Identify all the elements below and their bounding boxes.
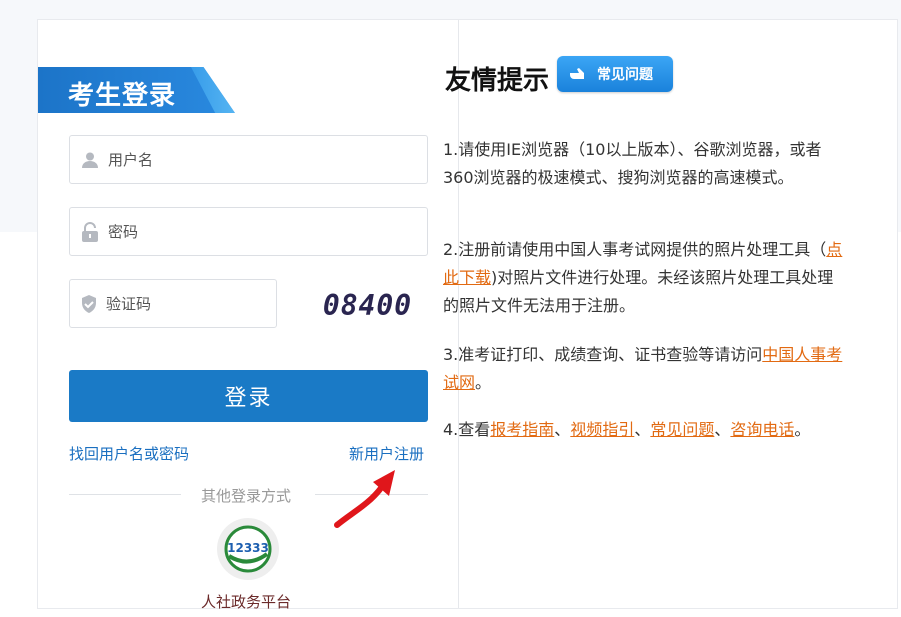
shield-check-icon	[80, 294, 98, 314]
tip-2: 2.注册前请使用中国人事考试网提供的照片处理工具（点此下载)对照片文件进行处理。…	[443, 236, 843, 320]
tip-4-text-before: 4.查看	[443, 420, 491, 439]
forgot-credentials-link[interactable]: 找回用户名或密码	[69, 443, 189, 464]
tip-4-sep-1: 、	[554, 420, 571, 439]
tip-4: 4.查看报考指南、视频指引、常见问题、咨询电话。	[443, 416, 843, 444]
captcha-code: 08400	[322, 288, 413, 322]
red-arrow-icon	[334, 470, 395, 528]
username-input[interactable]	[108, 150, 388, 169]
password-input[interactable]	[108, 222, 388, 241]
tip-2-text-after: )对照片文件进行处理。未经该照片处理工具处理的照片文件无法用于注册。	[443, 268, 834, 315]
faq-badge-label: 常见问题	[597, 67, 653, 83]
tips-title: 友情提示	[445, 66, 550, 96]
captcha-field[interactable]	[69, 279, 300, 328]
tip-1-text: 1.请使用IE浏览器（10以上版本）、谷歌浏览器，或者360浏览器的极速模式、搜…	[443, 140, 822, 187]
portal-label: 人社政务平台	[201, 593, 292, 611]
exam-guide-link[interactable]: 报考指南	[490, 420, 554, 439]
divider-line-left	[69, 494, 181, 495]
portal-12333-icon: 12333	[224, 525, 272, 573]
tip-3: 3.准考证打印、成绩查询、证书查验等请访问中国人事考试网。	[443, 341, 843, 397]
video-guide-link[interactable]: 视频指引	[570, 420, 634, 439]
faq-badge-button[interactable]: 常见问题	[557, 56, 673, 92]
tip-1: 1.请使用IE浏览器（10以上版本）、谷歌浏览器，或者360浏览器的极速模式、搜…	[443, 136, 843, 192]
tip-2-text-before: 2.注册前请使用中国人事考试网提供的照片处理工具（	[443, 240, 827, 259]
user-icon	[80, 150, 100, 170]
tip-3-text-after: 。	[475, 373, 492, 392]
login-title: 考生登录	[68, 81, 177, 111]
login-button[interactable]: 登录	[69, 370, 428, 422]
tip-4-text-after: 。	[794, 420, 811, 439]
other-login-label: 其他登录方式	[201, 487, 292, 505]
tip-4-sep-3: 、	[714, 420, 731, 439]
portal-logo[interactable]: 12333	[217, 518, 279, 580]
faq-link[interactable]: 常见问题	[650, 420, 714, 439]
captcha-image[interactable]: 08400	[306, 282, 429, 328]
captcha-input[interactable]	[106, 294, 300, 313]
tip-3-text-before: 3.准考证打印、成绩查询、证书查验等请访问	[443, 345, 763, 364]
lock-icon	[80, 221, 100, 242]
portal-logo-text: 12333	[227, 541, 269, 555]
hotline-link[interactable]: 咨询电话	[730, 420, 794, 439]
username-field[interactable]	[69, 135, 428, 184]
password-field[interactable]	[69, 207, 428, 256]
pointing-hand-icon	[569, 66, 589, 82]
tip-4-sep-2: 、	[634, 420, 651, 439]
